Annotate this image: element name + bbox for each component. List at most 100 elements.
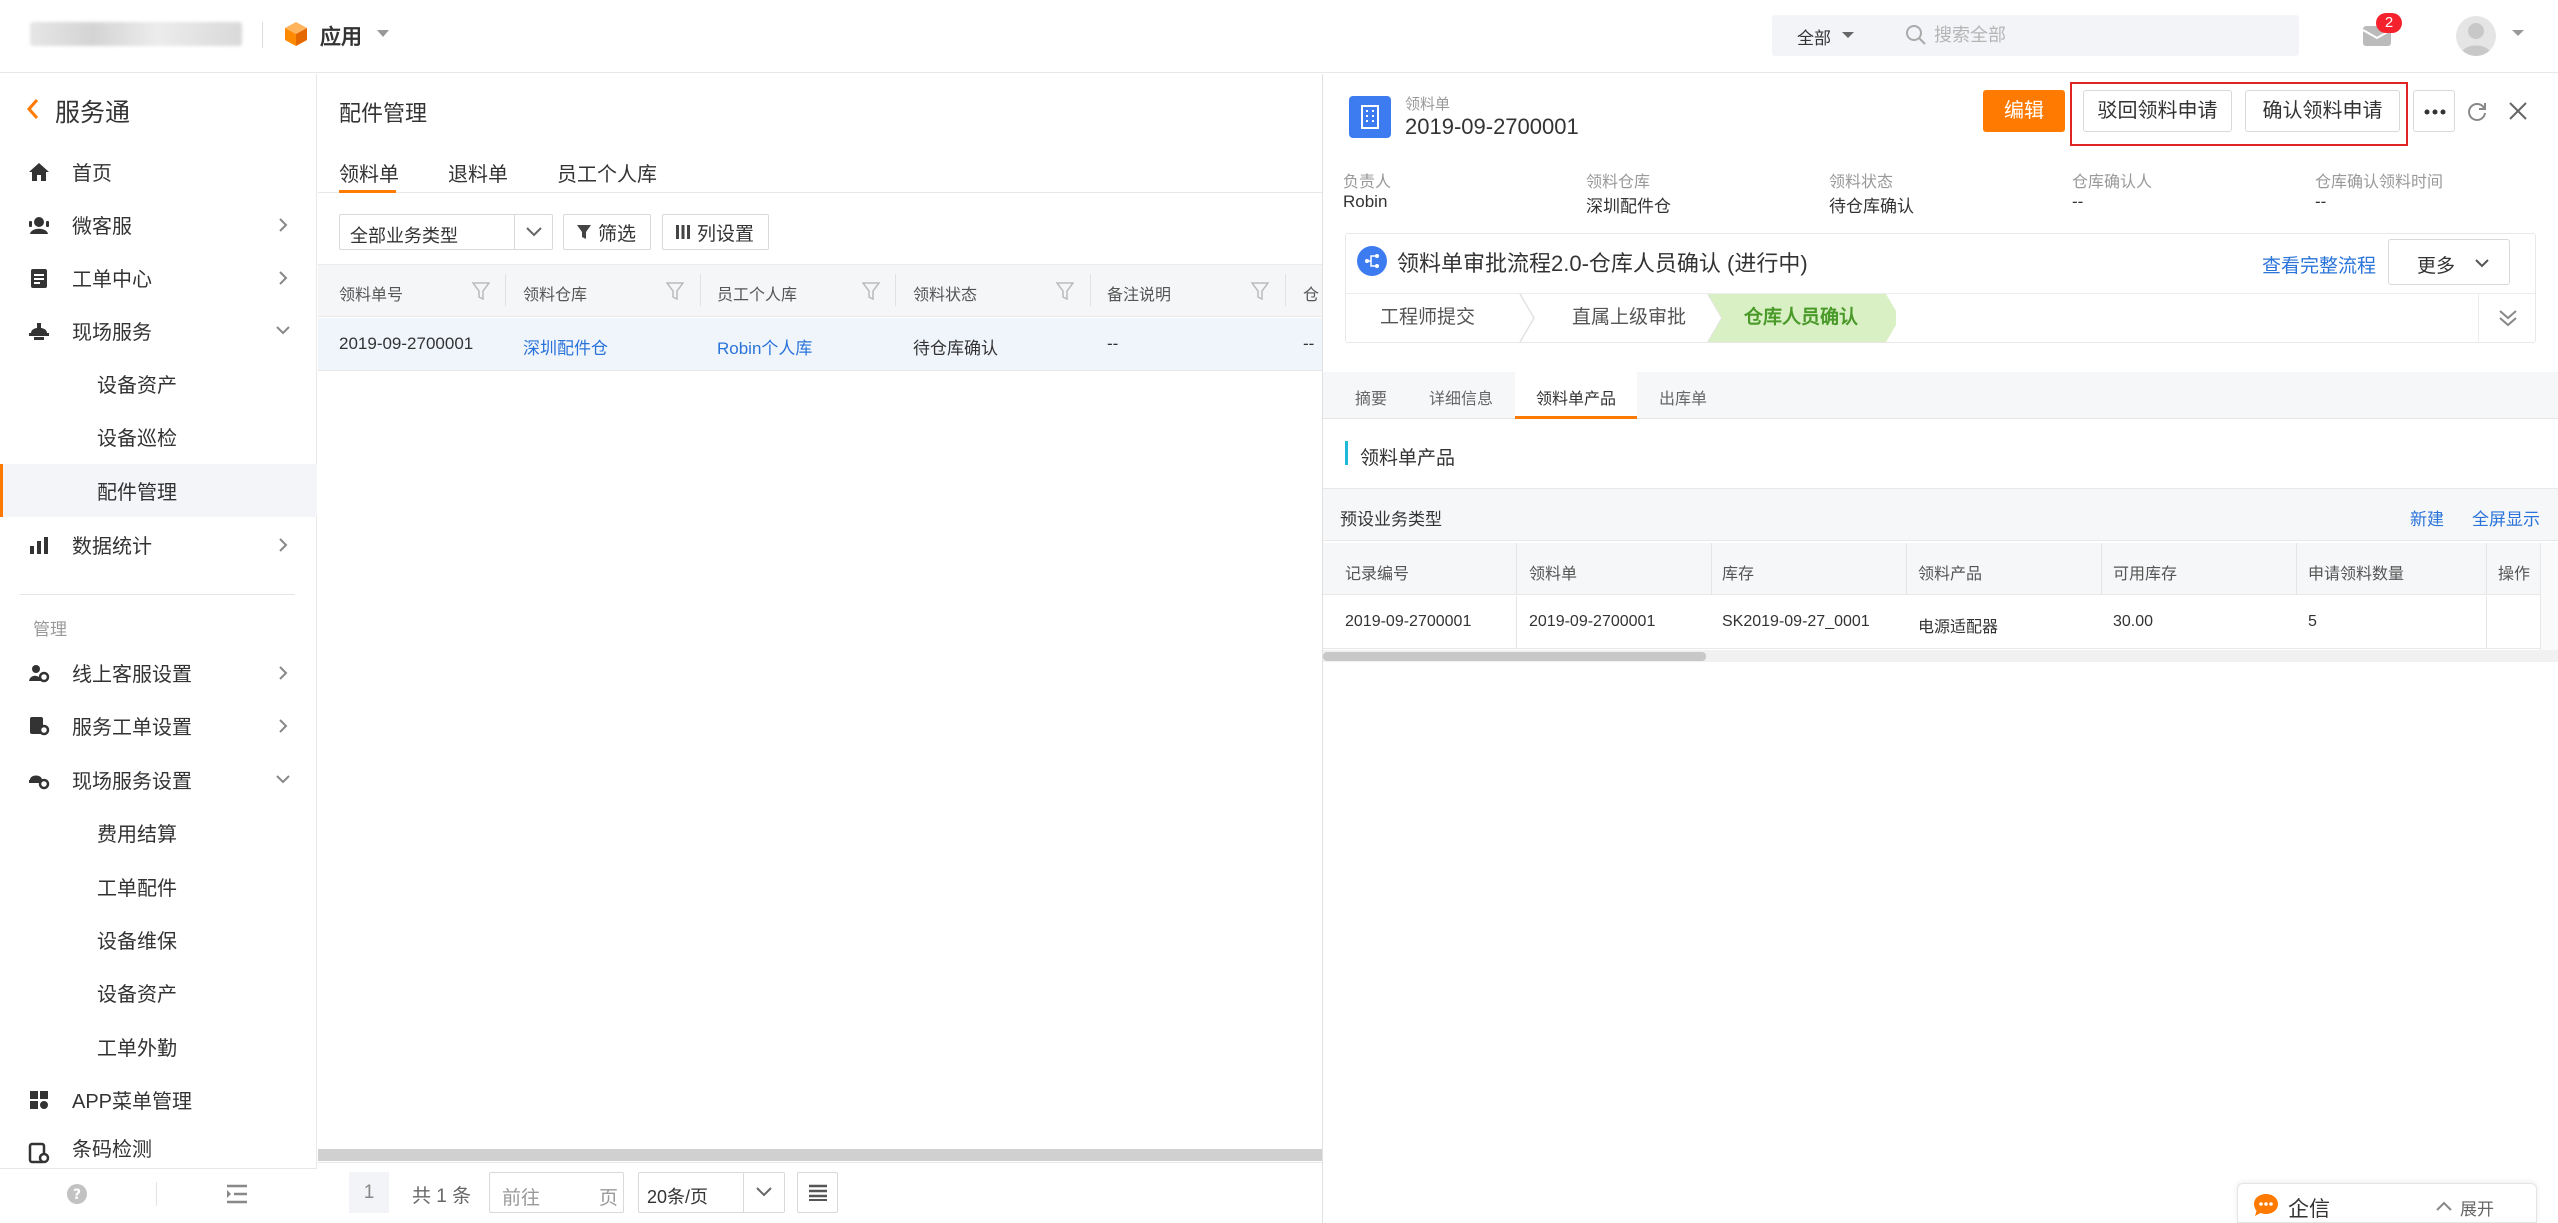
building-icon — [1349, 96, 1391, 138]
sub-table-title: 预设业务类型 — [1340, 510, 1442, 529]
caret-down-icon[interactable] — [2511, 29, 2525, 37]
company-name-redacted — [30, 22, 242, 46]
chevron-down-icon — [756, 1187, 772, 1197]
caret-down-icon[interactable] — [1841, 31, 1855, 39]
sidebar-item-parts-management[interactable]: 配件管理 — [0, 464, 317, 517]
divider — [156, 1182, 157, 1206]
page-current[interactable]: 1 — [349, 1172, 389, 1213]
column-filter-icon[interactable] — [472, 282, 490, 300]
chevron-down-icon — [526, 227, 542, 237]
section-marker — [1345, 441, 1348, 465]
help-icon[interactable]: ? — [66, 1183, 88, 1205]
fullscreen-link[interactable]: 全屏显示 — [2472, 505, 2540, 530]
tab-return[interactable]: 退料单 — [448, 158, 508, 187]
list-icon — [809, 1184, 827, 1201]
sidebar-item-barcode[interactable]: 条码检测 — [0, 1126, 317, 1168]
tab-personal-stock[interactable]: 员工个人库 — [557, 158, 657, 187]
close-icon[interactable] — [2508, 101, 2528, 121]
cell-stock-link[interactable]: SK2019-09-27_0001 — [1722, 613, 1870, 631]
search-scope-select[interactable]: 全部 — [1797, 24, 1831, 49]
sidebar-item-ticket-settings[interactable]: 服务工单设置 — [0, 699, 317, 752]
sidebar-item-expense-settlement[interactable]: 费用结算 — [0, 806, 317, 859]
view-full-flow-link[interactable]: 查看完整流程 — [2262, 251, 2376, 278]
cell-order-link[interactable]: 2019-09-2700001 — [1529, 613, 1655, 631]
column-filter-icon[interactable] — [1056, 282, 1074, 300]
sidebar-item-ticket-center[interactable]: 工单中心 — [0, 251, 317, 304]
sidebar-item-device-assets-settings[interactable]: 设备资产 — [0, 966, 317, 1019]
edit-button[interactable]: 编辑 — [1983, 90, 2065, 132]
flow-expand-toggle[interactable] — [2478, 293, 2535, 342]
chevron-down-icon — [276, 326, 290, 335]
column-filter-icon[interactable] — [666, 282, 684, 300]
sidebar-item-ticket-parts[interactable]: 工单配件 — [0, 860, 317, 913]
sidebar-item-field-service-settings[interactable]: 现场服务设置 — [0, 753, 317, 806]
tab-outbound-orders[interactable]: 出库单 — [1659, 385, 1707, 409]
cell-personal-stock-link[interactable]: Robin个人库 — [717, 334, 812, 359]
flow-step-active: 仓库人员确认 — [1744, 307, 1859, 328]
page-goto-input[interactable]: 前往 页 — [489, 1172, 624, 1213]
section-label: 管理 — [33, 620, 67, 639]
column-header: 领料单号 — [339, 287, 404, 304]
sidebar-item-label: 工单配件 — [97, 878, 177, 900]
confirm-requisition-button[interactable]: 确认领料申请 — [2245, 90, 2400, 132]
sidebar-item-home[interactable]: 首页 — [0, 145, 317, 198]
sidebar-item-statistics[interactable]: 数据统计 — [0, 518, 317, 571]
flow-step: 工程师提交 — [1380, 307, 1476, 328]
sidebar-item-device-maintenance[interactable]: 设备维保 — [0, 913, 317, 966]
sidebar-item-field-service[interactable]: 现场服务 — [0, 304, 317, 357]
tab-requisition-products[interactable]: 领料单产品 — [1536, 385, 1616, 409]
user-avatar[interactable] — [2456, 16, 2496, 56]
column-header: 仓 — [1303, 287, 1320, 304]
horizontal-scrollbar[interactable] — [318, 1149, 1322, 1161]
column-header: 可用库存 — [2113, 566, 2178, 583]
sidebar-item-label: APP菜单管理 — [72, 1091, 193, 1113]
column-filter-icon[interactable] — [862, 282, 880, 300]
flow-more-button[interactable]: 更多 — [2388, 239, 2510, 285]
page-size-select[interactable]: 20条/页 — [638, 1172, 785, 1213]
sidebar-item-label: 设备资产 — [97, 984, 177, 1006]
sidebar-item-label: 设备资产 — [97, 375, 177, 397]
chat-bubble-icon — [2253, 1193, 2279, 1217]
divider — [514, 215, 515, 249]
scrollbar-thumb[interactable] — [1323, 652, 1706, 661]
app-cube-icon[interactable] — [282, 20, 310, 48]
divider — [2296, 543, 2297, 595]
field-value-warehouse-link[interactable]: 深圳配件仓 — [1586, 192, 1671, 217]
column-filter-icon[interactable] — [1251, 282, 1269, 300]
sidebar-item-ticket-field-work[interactable]: 工单外勤 — [0, 1020, 317, 1073]
sidebar-item-device-inspection[interactable]: 设备巡检 — [0, 410, 317, 463]
search-input[interactable] — [1934, 17, 2284, 54]
sidebar-item-app-menu[interactable]: APP菜单管理 — [0, 1073, 317, 1126]
reject-requisition-button[interactable]: 驳回领料申请 — [2083, 90, 2232, 132]
divider — [1285, 274, 1286, 306]
field-value-confirm-time: -- — [2315, 192, 2327, 211]
vertical-scrollbar[interactable] — [2540, 543, 2558, 651]
back-arrow-icon[interactable] — [26, 98, 40, 120]
list-menu-button[interactable] — [797, 1172, 838, 1213]
active-tab-indicator — [339, 190, 396, 193]
sidebar-item-device-assets[interactable]: 设备资产 — [0, 357, 317, 410]
tab-details[interactable]: 详细信息 — [1429, 385, 1493, 409]
caret-down-icon[interactable] — [376, 29, 390, 38]
message-count-badge: 2 — [2376, 13, 2402, 33]
refresh-icon[interactable] — [2466, 100, 2488, 122]
settings-icon — [28, 715, 50, 737]
cell-warehouse-link[interactable]: 深圳配件仓 — [523, 334, 608, 359]
table-header — [318, 264, 1322, 317]
new-link[interactable]: 新建 — [2410, 505, 2444, 530]
business-type-select[interactable]: 全部业务类型 — [339, 214, 553, 250]
sidebar-item-online-service-settings[interactable]: 线上客服设置 — [0, 646, 317, 699]
app-switcher-label[interactable]: 应用 — [320, 21, 362, 51]
chevron-right-icon — [279, 538, 288, 552]
tab-summary[interactable]: 摘要 — [1355, 385, 1387, 409]
sidebar-item-micro-service[interactable]: 微客服 — [0, 198, 317, 251]
column-header: 领料状态 — [913, 287, 978, 304]
filter-label: 筛选 — [598, 223, 637, 245]
column-settings-button[interactable]: 列设置 — [662, 214, 769, 250]
chat-expand-label[interactable]: 展开 — [2460, 1195, 2494, 1220]
divider — [1516, 543, 1517, 595]
collapse-menu-icon[interactable] — [226, 1184, 248, 1204]
more-actions-button[interactable] — [2413, 90, 2455, 132]
tab-requisition[interactable]: 领料单 — [339, 158, 399, 187]
filter-button[interactable]: 筛选 — [563, 214, 651, 250]
